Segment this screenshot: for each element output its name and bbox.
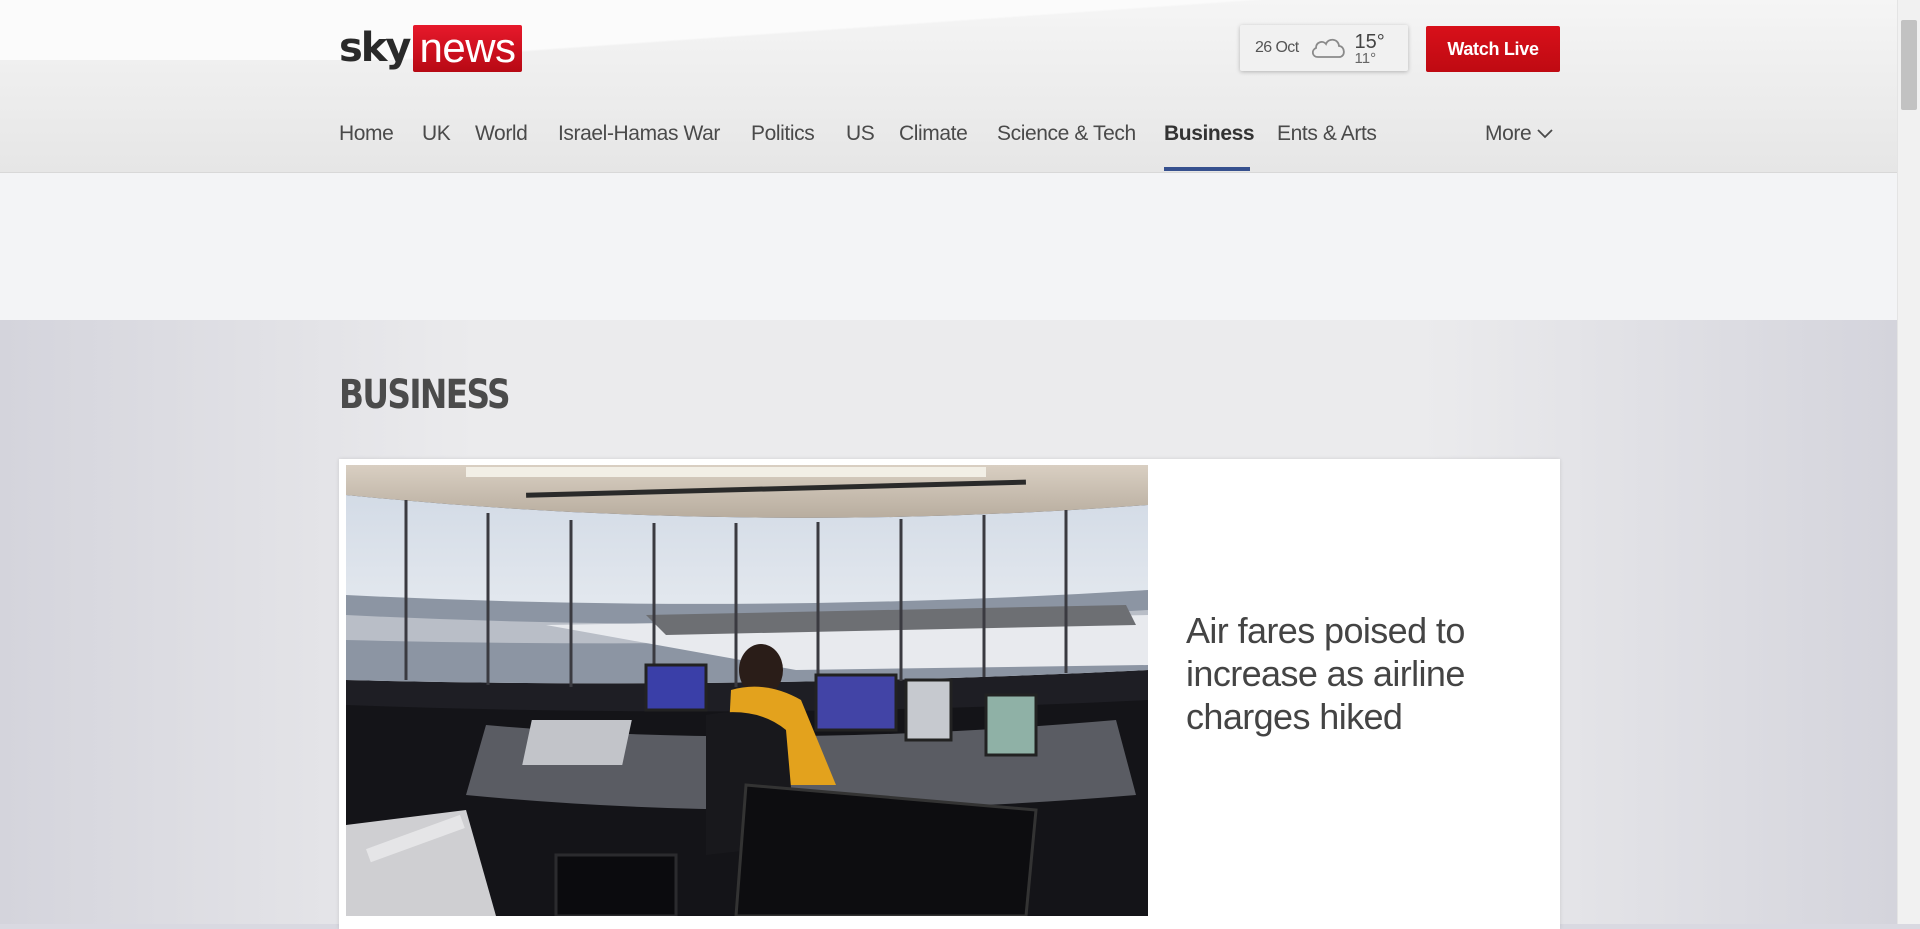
lead-story-headline[interactable]: Air fares poised to increase as airline … bbox=[1186, 609, 1516, 738]
nav-item-israel-hamas-war[interactable]: Israel-Hamas War bbox=[558, 122, 720, 146]
cloud-icon bbox=[1311, 38, 1345, 58]
watch-live-button[interactable]: Watch Live bbox=[1426, 26, 1560, 72]
scrollbar-thumb[interactable] bbox=[1901, 20, 1917, 110]
chevron-down-icon bbox=[1537, 129, 1553, 139]
vertical-scrollbar[interactable] bbox=[1897, 0, 1920, 924]
logo-sky-text: sky bbox=[339, 25, 411, 71]
nav-item-science-tech[interactable]: Science & Tech bbox=[997, 122, 1136, 146]
temperature-low: 11° bbox=[1354, 49, 1377, 67]
sky-news-logo[interactable]: sky news bbox=[339, 24, 522, 72]
weather-date: 26 Oct bbox=[1255, 39, 1299, 56]
nav-item-climate[interactable]: Climate bbox=[899, 122, 968, 146]
nav-item-uk[interactable]: UK bbox=[422, 122, 451, 146]
lead-story-card[interactable]: Air fares poised to increase as airline … bbox=[339, 459, 1560, 929]
nav-item-world[interactable]: World bbox=[475, 122, 528, 146]
main-navigation: Home UK World Israel-Hamas War Politics … bbox=[339, 112, 1561, 172]
lead-story-image[interactable] bbox=[346, 465, 1148, 916]
air-traffic-control-illustration bbox=[346, 465, 1148, 916]
header-background-swoosh bbox=[0, 0, 1898, 60]
temperature-high: 15° bbox=[1354, 30, 1385, 53]
page-title: BUSINESS bbox=[339, 372, 511, 418]
main-content: BUSINESS Air fares poised to increase as… bbox=[0, 320, 1898, 929]
nav-active-indicator bbox=[1164, 167, 1250, 171]
logo-news-text: news bbox=[413, 24, 522, 72]
nav-more-label: More bbox=[1485, 122, 1532, 145]
nav-item-politics[interactable]: Politics bbox=[751, 122, 815, 146]
nav-item-ents-arts[interactable]: Ents & Arts bbox=[1277, 122, 1377, 146]
site-header: sky news 26 Oct 15° 11° Watch Live Home … bbox=[0, 0, 1898, 173]
nav-item-business[interactable]: Business bbox=[1164, 122, 1255, 146]
weather-widget[interactable]: 26 Oct 15° 11° bbox=[1240, 25, 1408, 71]
nav-item-home[interactable]: Home bbox=[339, 122, 394, 146]
nav-item-us[interactable]: US bbox=[846, 122, 875, 146]
weather-temperatures: 15° 11° bbox=[1354, 30, 1385, 67]
advertisement-slot bbox=[0, 173, 1898, 320]
nav-more-menu[interactable]: More bbox=[1485, 122, 1553, 146]
